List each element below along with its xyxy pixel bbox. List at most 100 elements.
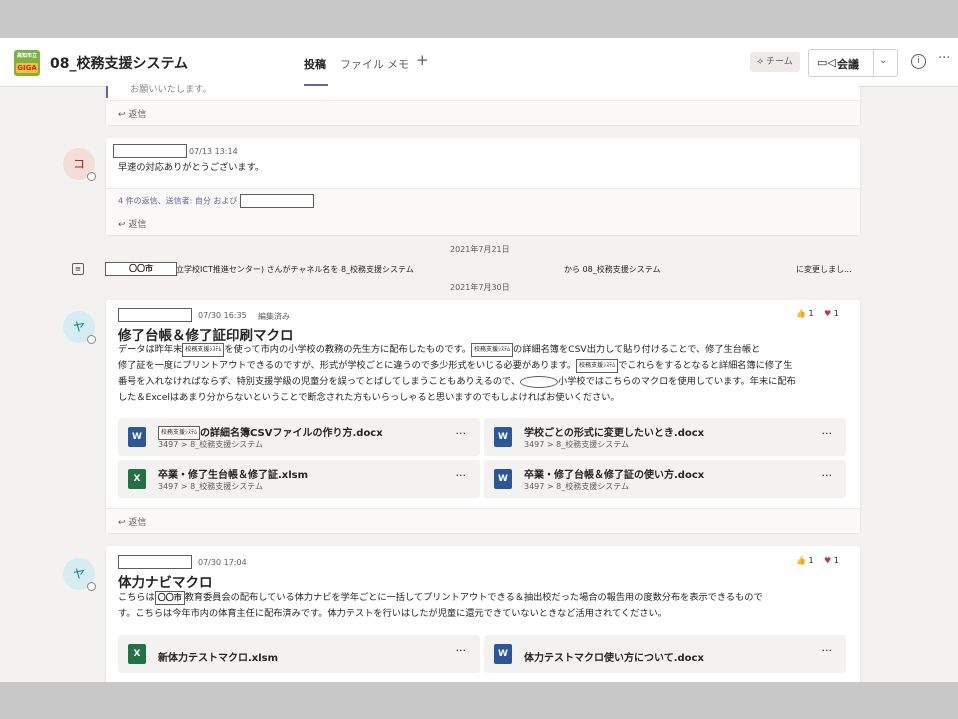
reply-area: ↩ 返信: [106, 508, 860, 533]
add-tab-icon[interactable]: +: [416, 51, 429, 69]
video-camera-icon: ▭◁: [817, 56, 836, 69]
file-name: 校務支援ｼｽﾃﾑ の詳細名簿CSVファイルの作り方.docx: [158, 424, 383, 440]
avatar[interactable]: コ: [63, 148, 96, 181]
heart-count: 1: [833, 309, 839, 318]
system-message-text-2: から 08_校務支援システム: [564, 265, 661, 274]
date-divider: 2021年7月30日: [450, 283, 510, 292]
info-icon[interactable]: i: [911, 54, 926, 69]
post-body-line: データは昨年末 校務支援ｼｽﾃﾑ を使って市内の小学校の教務の先生方に配布したもので…: [118, 342, 854, 358]
system-message-text-3: に変更しまし...: [796, 265, 852, 274]
thumbs-up-icon: 👍: [796, 309, 806, 318]
reply-icon: ↩: [118, 220, 126, 230]
more-options-icon[interactable]: ···: [456, 427, 467, 440]
reply-label: 返信: [128, 518, 147, 528]
reply-area: 4 件の返信、送信者: 自分 および ↩ 返信: [106, 188, 860, 235]
file-path: 3497 > 8_校務支援システム: [158, 440, 263, 449]
city-name-redacted: 〇〇市: [105, 262, 177, 276]
reply-button[interactable]: ↩ 返信: [118, 515, 146, 528]
text-segment: 修了証を一度にプリントアウトできるのですが、形式が学校ごとに違うので多少形式をい…: [118, 360, 577, 371]
heart-count: 1: [833, 556, 839, 565]
avatar-initial: ヤ: [72, 320, 85, 334]
avatar[interactable]: ヤ: [63, 311, 96, 344]
system-tag: 校務支援ｼｽﾃﾑ: [182, 342, 225, 357]
date-divider: 2021年7月21日: [450, 245, 510, 254]
presence-icon: [87, 335, 96, 344]
file-attachment[interactable]: W 卒業・修了台帳＆修了証の使い方.docx 3497 > 8_校務支援システム…: [484, 460, 846, 498]
message-body: 早速の対応ありがとうございます。: [118, 162, 265, 173]
like-reaction[interactable]: 👍 1: [796, 309, 814, 318]
city-name-redacted: 〇〇市: [154, 590, 185, 605]
team-logo-bottom: GIGA: [16, 63, 38, 73]
text-segment: こちらは: [118, 592, 155, 603]
reply-icon: ↩: [118, 110, 126, 120]
reply-label: 返信: [128, 110, 147, 120]
replies-summary-link[interactable]: 4 件の返信、送信者: 自分 および: [118, 194, 314, 208]
avatar-initial: コ: [72, 157, 85, 171]
team-icon: ⟡: [757, 57, 764, 67]
chevron-down-icon[interactable]: ⌄: [879, 55, 887, 66]
reply-button[interactable]: ↩ 返信: [118, 107, 146, 120]
author-name-redacted: [113, 144, 187, 158]
file-path: 3497 > 8_校務支援システム: [158, 482, 263, 491]
like-reaction[interactable]: 👍 1: [796, 556, 814, 565]
redacted-school-name: [520, 375, 559, 388]
heart-reaction[interactable]: ♥ 1: [824, 309, 839, 318]
file-attachment[interactable]: W 校務支援ｼｽﾃﾑ の詳細名簿CSVファイルの作り方.docx 3497 > 8…: [118, 418, 480, 456]
tab-notes[interactable]: メモ: [387, 56, 409, 72]
replies-summary-text: 4 件の返信、送信者: 自分 および: [118, 196, 238, 206]
reply-button[interactable]: ↩ 返信: [118, 217, 146, 230]
post-title: 修了台帳＆修了証印刷マクロ: [118, 328, 294, 344]
file-path: 3497 > 8_校務支援システム: [524, 482, 629, 491]
file-attachment[interactable]: X 卒業・修了生台帳＆修了証.xlsm 3497 > 8_校務支援システム ··…: [118, 460, 480, 498]
more-options-icon[interactable]: ···: [456, 644, 467, 657]
more-options-icon[interactable]: ···: [456, 469, 467, 482]
heart-icon: ♥: [824, 556, 832, 565]
like-count: 1: [808, 556, 814, 565]
redacted-name: [239, 194, 314, 208]
file-attachment[interactable]: W 学校ごとの形式に変更したいとき.docx 3497 > 8_校務支援システム…: [484, 418, 846, 456]
system-tag: 校務支援ｼｽﾃﾑ: [471, 342, 514, 357]
like-count: 1: [808, 309, 814, 318]
tab-posts[interactable]: 投稿: [304, 56, 326, 72]
post-body-line: した＆Excelはあまり分からないということで断念された方もいらっしゃると思いま…: [118, 392, 620, 403]
reply-label: 返信: [128, 220, 147, 230]
previous-post-text: お願いいたします。: [130, 84, 212, 95]
more-options-icon[interactable]: ···: [822, 427, 833, 440]
teams-window: 高知市立 GIGA 08_校務支援システム 投稿 ファイル メモ + ⟡ チーム…: [0, 38, 958, 682]
text-segment: を使って市内の小学校の教務の先生方に配布したものです。: [224, 344, 472, 355]
text-segment: 教育委員会の配布している体力ナビを学年ごとに一括してプリントアウトできる＆抽出校…: [184, 592, 763, 603]
post-body-line: 修了証を一度にプリントアウトできるのですが、形式が学校ごとに違うので多少形式をい…: [118, 358, 854, 374]
more-options-icon[interactable]: ···: [938, 51, 950, 66]
system-message: ≡ 〇〇市 立学校ICT推進センター) さんがチャネル名を 8_校務支援システム…: [72, 262, 872, 278]
team-button[interactable]: ⟡ チーム: [750, 52, 800, 72]
channel-rename-icon: ≡: [72, 263, 84, 275]
file-attachment[interactable]: X 新体力テストマクロ.xlsm ···: [118, 635, 480, 673]
text-segment: の詳細名簿をCSV出力して貼り付けることで、修了生台帳と: [513, 344, 761, 355]
message-card: 07/30 17:04 👍 1 ♥ 1 体力ナビマクロ こちらは 〇〇市 教育委員会…: [106, 546, 860, 682]
presence-icon: [87, 172, 96, 181]
text-segment: でこれらをするとなると詳細名簿に修了生: [618, 360, 793, 371]
post-body: こちらは 〇〇市 教育委員会の配布している体力ナビを学年ごとに一括してプリントアウト…: [118, 590, 854, 622]
reply-icon: ↩: [118, 518, 126, 528]
thread-line: [106, 86, 108, 98]
message-timestamp: 07/13 13:14: [189, 147, 238, 156]
meet-button[interactable]: ▭◁ 会議 ⌄: [808, 49, 898, 77]
more-options-icon[interactable]: ···: [822, 644, 833, 657]
message-timestamp: 07/30 17:04: [198, 558, 247, 567]
avatar[interactable]: ヤ: [63, 558, 96, 591]
file-name: 卒業・修了台帳＆修了証の使い方.docx: [524, 470, 705, 481]
file-path: 3497 > 8_校務支援システム: [524, 440, 629, 449]
system-message-text: 立学校ICT推進センター) さんがチャネル名を 8_校務支援システム: [176, 265, 414, 274]
message-timestamp: 07/30 16:35: [198, 311, 247, 320]
excel-file-icon: X: [128, 469, 146, 489]
post-title: 体力ナビマクロ: [118, 575, 213, 591]
channel-title: 08_校務支援システム: [50, 56, 189, 72]
author-name-redacted: [118, 308, 192, 322]
file-attachment[interactable]: W 体力テストマクロ使い方について.docx ···: [484, 635, 846, 673]
post-body-line: す。こちらは今年市内の体育主任に配布済みです。体力テストを行いはしたが児童に還元…: [118, 608, 667, 619]
tab-files[interactable]: ファイル: [340, 56, 384, 72]
avatar-initial: ヤ: [72, 567, 85, 581]
heart-reaction[interactable]: ♥ 1: [824, 556, 839, 565]
channel-header: 高知市立 GIGA 08_校務支援システム 投稿 ファイル メモ + ⟡ チーム…: [0, 38, 958, 87]
more-options-icon[interactable]: ···: [822, 469, 833, 482]
